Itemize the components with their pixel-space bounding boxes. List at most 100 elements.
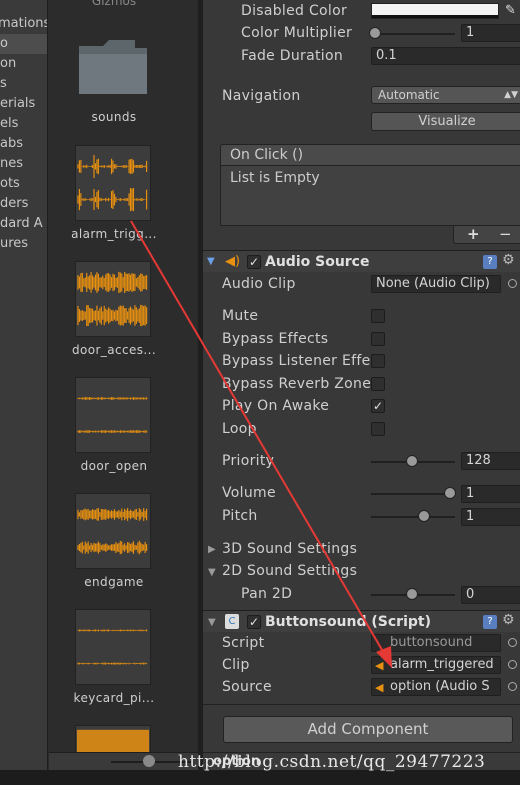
tree-item[interactable]: ots xyxy=(0,174,20,194)
object-picker-icon[interactable] xyxy=(508,279,517,288)
onclick-title: On Click () xyxy=(230,147,304,163)
navigation-label: Navigation xyxy=(222,88,301,104)
audio-source-icon: ◀ xyxy=(375,681,384,694)
gear-icon[interactable]: ⚙ xyxy=(502,252,515,268)
waveform-icon xyxy=(75,145,151,221)
sound3d-foldout[interactable]: 3D Sound Settings xyxy=(222,541,357,557)
source-value: option (Audio S xyxy=(390,679,490,694)
tree-item[interactable]: ures xyxy=(0,234,28,254)
waveform-icon xyxy=(75,377,151,453)
onclick-list: List is Empty xyxy=(220,166,520,226)
speaker-icon: ◀) xyxy=(225,254,241,269)
fade-duration-field[interactable]: 0.1 xyxy=(371,47,520,65)
priority-field[interactable]: 128 xyxy=(461,452,520,470)
pan2d-field[interactable]: 0 xyxy=(461,586,520,604)
asset-label: keycard_pi... xyxy=(73,691,155,705)
pitch-field[interactable]: 1 xyxy=(461,508,520,526)
object-picker-icon[interactable] xyxy=(508,660,517,669)
tree-item-selected[interactable]: o xyxy=(0,34,47,54)
expand-triangle-icon[interactable]: ▼ xyxy=(207,256,215,267)
disabled-color-swatch[interactable] xyxy=(371,3,499,19)
bypass-listener-label: Bypass Listener Effe xyxy=(222,353,371,369)
section-divider xyxy=(203,704,520,705)
help-icon[interactable]: ? xyxy=(483,255,497,269)
audio-source-enabled-checkbox[interactable]: ✓ xyxy=(247,255,261,269)
loop-checkbox[interactable] xyxy=(371,422,385,436)
collapsed-triangle-icon[interactable]: ▶ xyxy=(208,544,216,555)
dropdown-arrow-icon: ▲▼ xyxy=(504,90,518,100)
bypass-reverb-label: Bypass Reverb Zone xyxy=(222,376,372,392)
waveform-icon xyxy=(75,261,151,337)
tree-item[interactable]: mations xyxy=(0,14,47,34)
clip-field[interactable]: ◀ alarm_triggered xyxy=(371,656,501,674)
tree-item[interactable]: dard A xyxy=(0,214,43,234)
tree-item[interactable]: erials xyxy=(0,94,35,114)
bypass-effects-checkbox[interactable] xyxy=(371,332,385,346)
object-picker-icon[interactable] xyxy=(508,638,517,647)
priority-label: Priority xyxy=(222,453,275,469)
tree-item[interactable]: s xyxy=(0,74,7,94)
play-on-awake-checkbox[interactable]: ✓ xyxy=(371,399,385,413)
play-on-awake-label: Play On Awake xyxy=(222,398,330,414)
add-event-button[interactable]: + xyxy=(467,225,480,243)
tree-item[interactable]: on xyxy=(0,54,16,74)
loop-label: Loop xyxy=(222,421,257,437)
navigation-dropdown[interactable]: Automatic ▲▼ xyxy=(371,86,520,104)
tree-item[interactable]: ders xyxy=(0,194,28,214)
pan2d-knob[interactable] xyxy=(406,588,418,600)
onclick-footer: + − xyxy=(453,225,520,244)
fade-duration-label: Fade Duration xyxy=(241,48,344,64)
mute-label: Mute xyxy=(222,308,259,324)
gear-icon[interactable]: ⚙ xyxy=(502,612,515,628)
disabled-color-label: Disabled Color xyxy=(241,3,348,19)
sound2d-foldout[interactable]: 2D Sound Settings xyxy=(222,563,357,579)
clip-value: alarm_triggered xyxy=(390,657,494,672)
script-label: Script xyxy=(222,635,265,651)
waveform-icon xyxy=(75,725,151,752)
zoom-slider-knob[interactable] xyxy=(143,755,155,767)
onclick-empty-text: List is Empty xyxy=(230,170,320,186)
asset-label: sounds xyxy=(91,110,137,124)
volume-field[interactable]: 1 xyxy=(461,485,520,503)
color-multiplier-field[interactable]: 1 xyxy=(461,24,520,42)
tree-item[interactable]: els xyxy=(0,114,18,134)
script-field: buttonsound xyxy=(371,634,501,652)
audio-clip-field[interactable]: None (Audio Clip) xyxy=(371,275,501,293)
tree-item[interactable]: abs xyxy=(0,134,23,154)
audio-source-title: Audio Source xyxy=(265,254,370,270)
buttonsound-enabled-checkbox[interactable]: ✓ xyxy=(247,615,261,629)
mute-checkbox[interactable] xyxy=(371,309,385,323)
volume-track[interactable] xyxy=(371,493,455,495)
remove-event-button[interactable]: − xyxy=(499,225,512,243)
bypass-effects-label: Bypass Effects xyxy=(222,331,329,347)
expand-triangle-icon[interactable]: ▼ xyxy=(208,567,216,578)
onclick-header: On Click () xyxy=(220,144,520,166)
bypass-listener-checkbox[interactable] xyxy=(371,354,385,368)
bypass-reverb-checkbox[interactable] xyxy=(371,377,385,391)
eyedropper-icon[interactable]: ✎ xyxy=(505,3,516,18)
tree-item[interactable]: nes xyxy=(0,154,23,174)
volume-knob[interactable] xyxy=(444,487,456,499)
object-picker-icon[interactable] xyxy=(508,682,517,691)
priority-knob[interactable] xyxy=(406,455,418,467)
volume-label: Volume xyxy=(222,485,276,501)
asset-label: endgame xyxy=(84,575,144,589)
audio-source-header[interactable]: ▼ ◀) ✓ Audio Source ? ⚙ xyxy=(203,250,520,272)
add-component-button[interactable]: Add Component xyxy=(223,716,513,743)
pitch-track[interactable] xyxy=(371,516,455,518)
pitch-knob[interactable] xyxy=(418,510,430,522)
clip-label: Clip xyxy=(222,657,250,673)
source-field[interactable]: ◀ option (Audio S xyxy=(371,678,501,696)
script-icon: C xyxy=(225,614,239,629)
expand-triangle-icon[interactable]: ▼ xyxy=(208,617,216,628)
color-multiplier-knob[interactable] xyxy=(369,27,381,39)
inspector-panel: Disabled Color ✎ Color Multiplier 1 Fade… xyxy=(203,0,520,770)
visualize-button[interactable]: Visualize xyxy=(371,112,520,131)
audio-clip-icon: ◀ xyxy=(375,659,384,672)
help-icon[interactable]: ? xyxy=(483,615,497,629)
color-multiplier-label: Color Multiplier xyxy=(241,25,353,41)
asset-grid: Gizmos sounds alarm_trigg... door_acces.… xyxy=(49,0,197,752)
color-multiplier-track[interactable] xyxy=(375,33,455,35)
project-tree-panel: mations o on s erials els abs nes ots de… xyxy=(0,0,48,770)
buttonsound-header[interactable]: ▼ C ✓ Buttonsound (Script) ? ⚙ xyxy=(203,610,520,632)
